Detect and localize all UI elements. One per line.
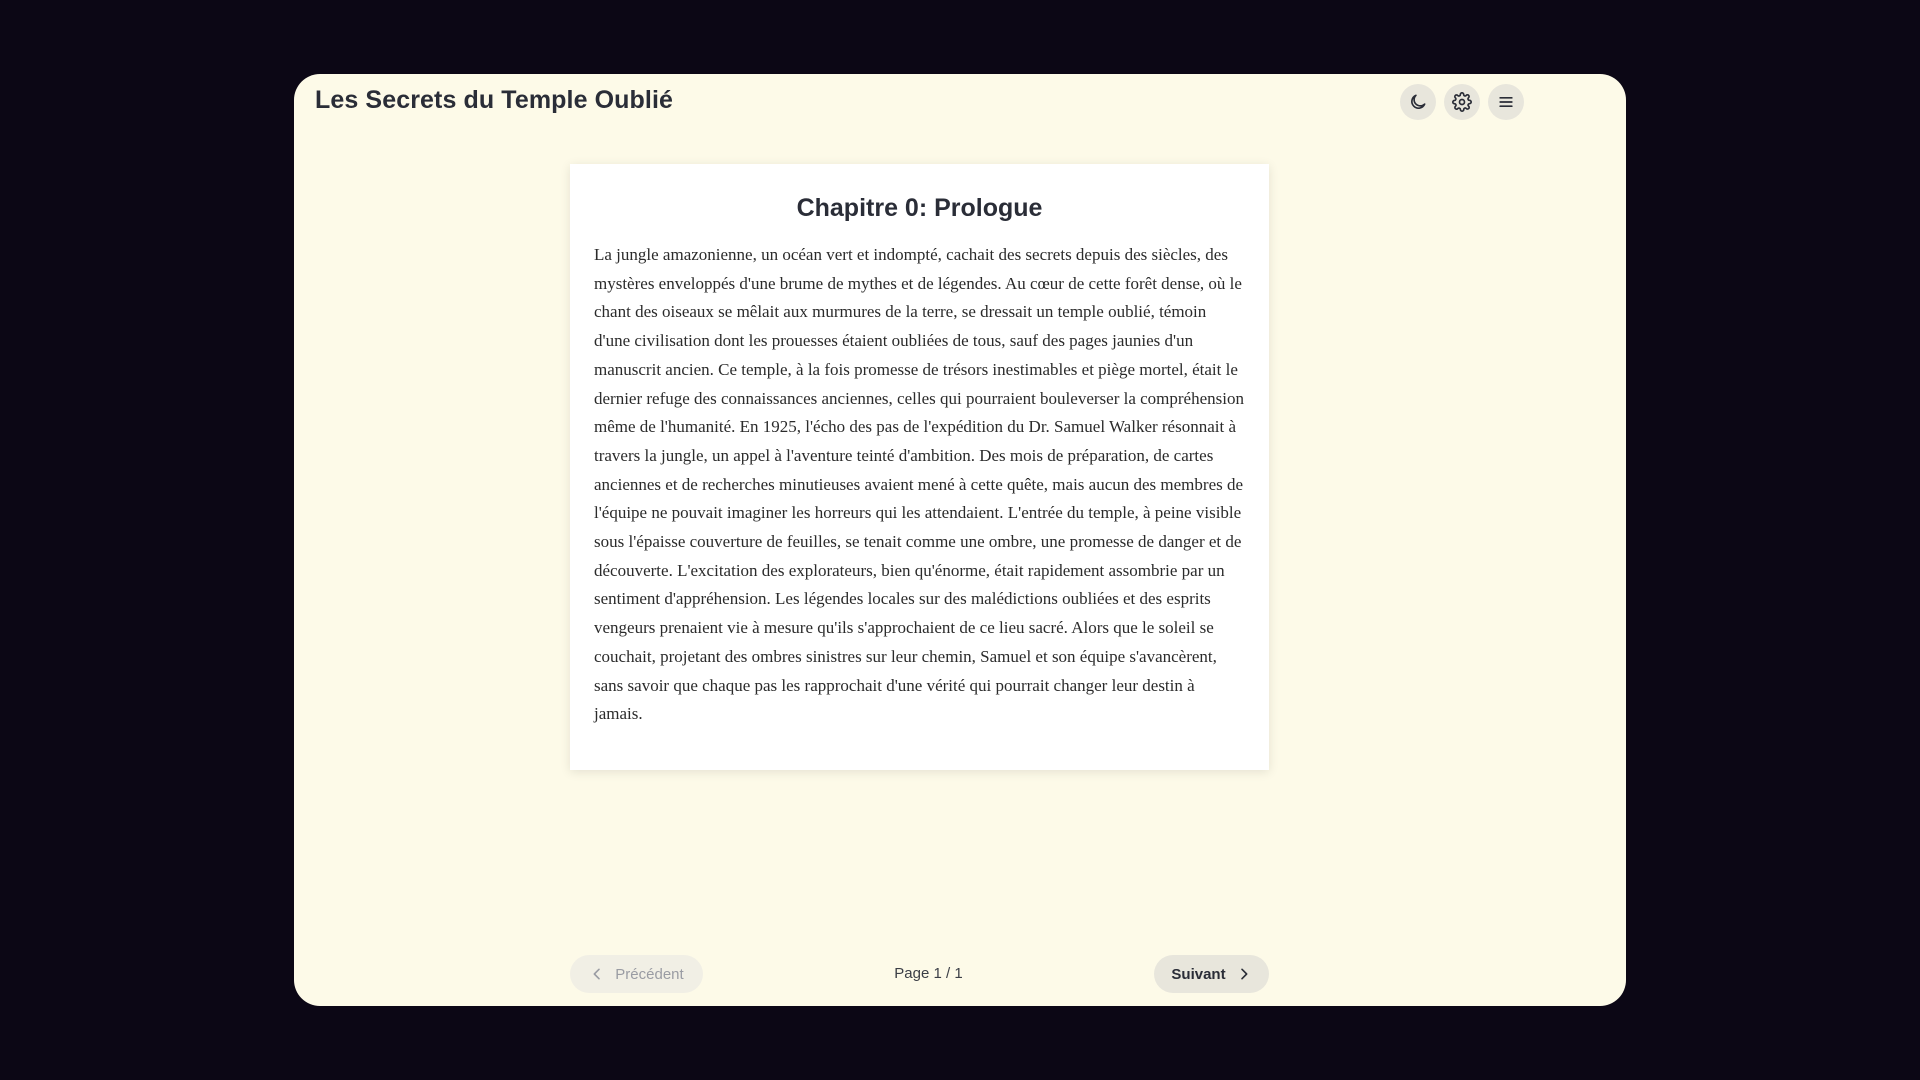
hamburger-menu-icon	[1499, 97, 1513, 107]
chapter-text: La jungle amazonienne, un océan vert et …	[594, 245, 1244, 724]
settings-button[interactable]	[1444, 84, 1480, 120]
next-button[interactable]: Suivant	[1154, 955, 1269, 993]
pagination: Précédent Page 1 / 1 Suivant	[570, 955, 1269, 993]
next-label: Suivant	[1171, 965, 1226, 983]
reader-window: Les Secrets du Temple Oublié Chapitre 0:…	[294, 74, 1626, 1006]
gear-icon	[1452, 92, 1472, 112]
moon-icon	[1411, 94, 1426, 109]
app-title: Les Secrets du Temple Oublié	[315, 86, 673, 114]
chevron-right-icon	[1236, 966, 1252, 982]
chapter-page: Chapitre 0: Prologue La jungle amazonien…	[570, 164, 1269, 770]
theme-toggle-button[interactable]	[1400, 84, 1436, 120]
toolbar	[1400, 84, 1524, 120]
chapter-title: Chapitre 0: Prologue	[796, 194, 1043, 222]
menu-button[interactable]	[1488, 84, 1524, 120]
